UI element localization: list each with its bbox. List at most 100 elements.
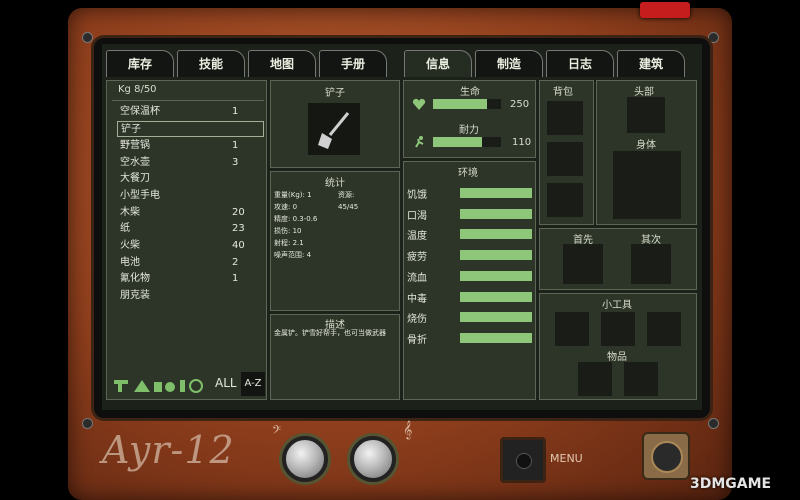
condition-bar-fill [460, 291, 532, 302]
condition-bar-track [460, 291, 532, 302]
body-label: 身体 [636, 140, 656, 151]
fire-filter-icon [165, 382, 175, 392]
head-label: 头部 [634, 87, 654, 98]
gadgets-label: 小工具 [602, 300, 632, 311]
condition-label: 口渴 [407, 210, 427, 222]
condition-bar-track [460, 332, 532, 343]
body-slot[interactable] [613, 151, 681, 219]
health-bar-fill [433, 99, 488, 109]
list-item[interactable]: 空保温杯 1 [117, 104, 264, 120]
tab-map[interactable]: 地图 [248, 50, 316, 77]
list-item[interactable]: 氰化物 1 [117, 271, 264, 287]
tab-manual[interactable]: 手册 [319, 50, 387, 77]
red-switch[interactable] [640, 2, 690, 18]
condition-bar-track [460, 208, 532, 219]
list-item[interactable]: 火柴 40 [117, 238, 264, 254]
item-image [308, 103, 360, 155]
connector-socket [651, 441, 683, 473]
condition-bar-fill [460, 208, 532, 219]
condition-label: 中毒 [407, 293, 427, 305]
backpack-slot[interactable] [547, 142, 583, 176]
health-label: 生命 [460, 87, 480, 98]
list-item-selected[interactable]: 铲子 [117, 121, 264, 137]
stamina-bar-fill [433, 137, 482, 147]
tab-building[interactable]: 建筑 [617, 50, 685, 77]
backpack-slot[interactable] [547, 101, 583, 135]
tab-info[interactable]: 信息 [404, 50, 472, 77]
tab-inventory[interactable]: 库存 [106, 50, 174, 77]
misc-filter-icon [189, 379, 203, 393]
watermark: 3DMGAME [690, 476, 772, 492]
treble-clef-icon: 𝄞 [403, 420, 413, 439]
gadget-slot[interactable] [555, 312, 589, 346]
list-item[interactable]: 电池 2 [117, 255, 264, 271]
list-item[interactable]: 空水壶 3 [117, 155, 264, 171]
backpack-slot[interactable] [547, 183, 583, 217]
inventory-weight: Kg 8/50 [118, 84, 157, 95]
filter-icons[interactable] [112, 372, 216, 396]
list-item[interactable]: 木柴 20 [117, 205, 264, 221]
running-icon [415, 136, 424, 148]
condition-label: 骨折 [407, 334, 427, 346]
list-item[interactable]: 纸 23 [117, 221, 264, 237]
head-slot[interactable] [627, 97, 665, 133]
list-item[interactable]: 大餐刀 [117, 171, 264, 187]
condition-label: 烧伤 [407, 314, 427, 326]
menu-button[interactable] [500, 437, 546, 483]
condition-label: 饥饿 [407, 190, 427, 201]
connector-port [642, 432, 690, 480]
item-slot[interactable] [578, 362, 612, 396]
secondary-weapon-slot[interactable] [631, 244, 671, 284]
screw-icon [708, 418, 719, 429]
condition-label: 温度 [407, 231, 427, 243]
condition-bar-track [460, 250, 532, 261]
tool-filter-icon [134, 380, 150, 392]
filter-all[interactable]: ALL [215, 376, 237, 390]
device-brand: Ayr-12 [102, 428, 235, 472]
volume-knob-left[interactable] [282, 436, 328, 482]
items-label: 物品 [607, 352, 627, 363]
health-bar-track [433, 99, 501, 109]
gadget-slot[interactable] [601, 312, 635, 346]
volume-knob-right[interactable] [350, 436, 396, 482]
item-slot[interactable] [624, 362, 658, 396]
menu-label: MENU [550, 452, 583, 465]
tab-crafting[interactable]: 制造 [475, 50, 543, 77]
condition-bar-fill [460, 229, 532, 240]
environment-title: 环境 [458, 168, 478, 179]
screw-icon [82, 418, 93, 429]
weapon-filter-icon [114, 380, 128, 384]
health-value: 250 [510, 99, 530, 110]
condition-bar-fill [460, 270, 532, 281]
weapon-filter-icon [118, 384, 122, 392]
drink-filter-icon [180, 380, 185, 392]
stamina-label: 耐力 [459, 125, 479, 136]
condition-label: 疲劳 [407, 252, 427, 264]
screw-icon [708, 32, 719, 43]
stamina-bar-track [433, 137, 501, 147]
condition-bar-track [460, 188, 532, 198]
gadget-slot[interactable] [647, 312, 681, 346]
sort-az-button[interactable]: A-Z [241, 372, 265, 396]
condition-bar-fill [460, 312, 532, 323]
condition-bar-fill [460, 332, 532, 343]
condition-bar-track [460, 312, 532, 323]
list-item[interactable]: 野营锅 1 [117, 138, 264, 154]
heart-icon [412, 98, 426, 110]
backpack-label: 背包 [553, 87, 573, 98]
stats-list: 重量(Kg): 1 资源: 45/45 攻速: 0 精度: 0.3-0.6 损伤:… [274, 191, 359, 259]
food-filter-icon [154, 382, 162, 392]
menu-button-center [516, 453, 532, 469]
tab-log[interactable]: 日志 [546, 50, 614, 77]
shovel-icon [318, 112, 350, 149]
list-item[interactable]: 朋克装 [117, 288, 264, 304]
condition-bar-fill [460, 250, 532, 261]
item-description: 金属铲。铲雪好帮手，也可当做武器 [274, 329, 386, 337]
stamina-value: 110 [512, 137, 532, 148]
divider [112, 100, 264, 101]
primary-weapon-slot[interactable] [563, 244, 603, 284]
condition-bar-track [460, 270, 532, 281]
tab-skills[interactable]: 技能 [177, 50, 245, 77]
condition-bar-track [460, 229, 532, 240]
list-item[interactable]: 小型手电 [117, 188, 264, 204]
